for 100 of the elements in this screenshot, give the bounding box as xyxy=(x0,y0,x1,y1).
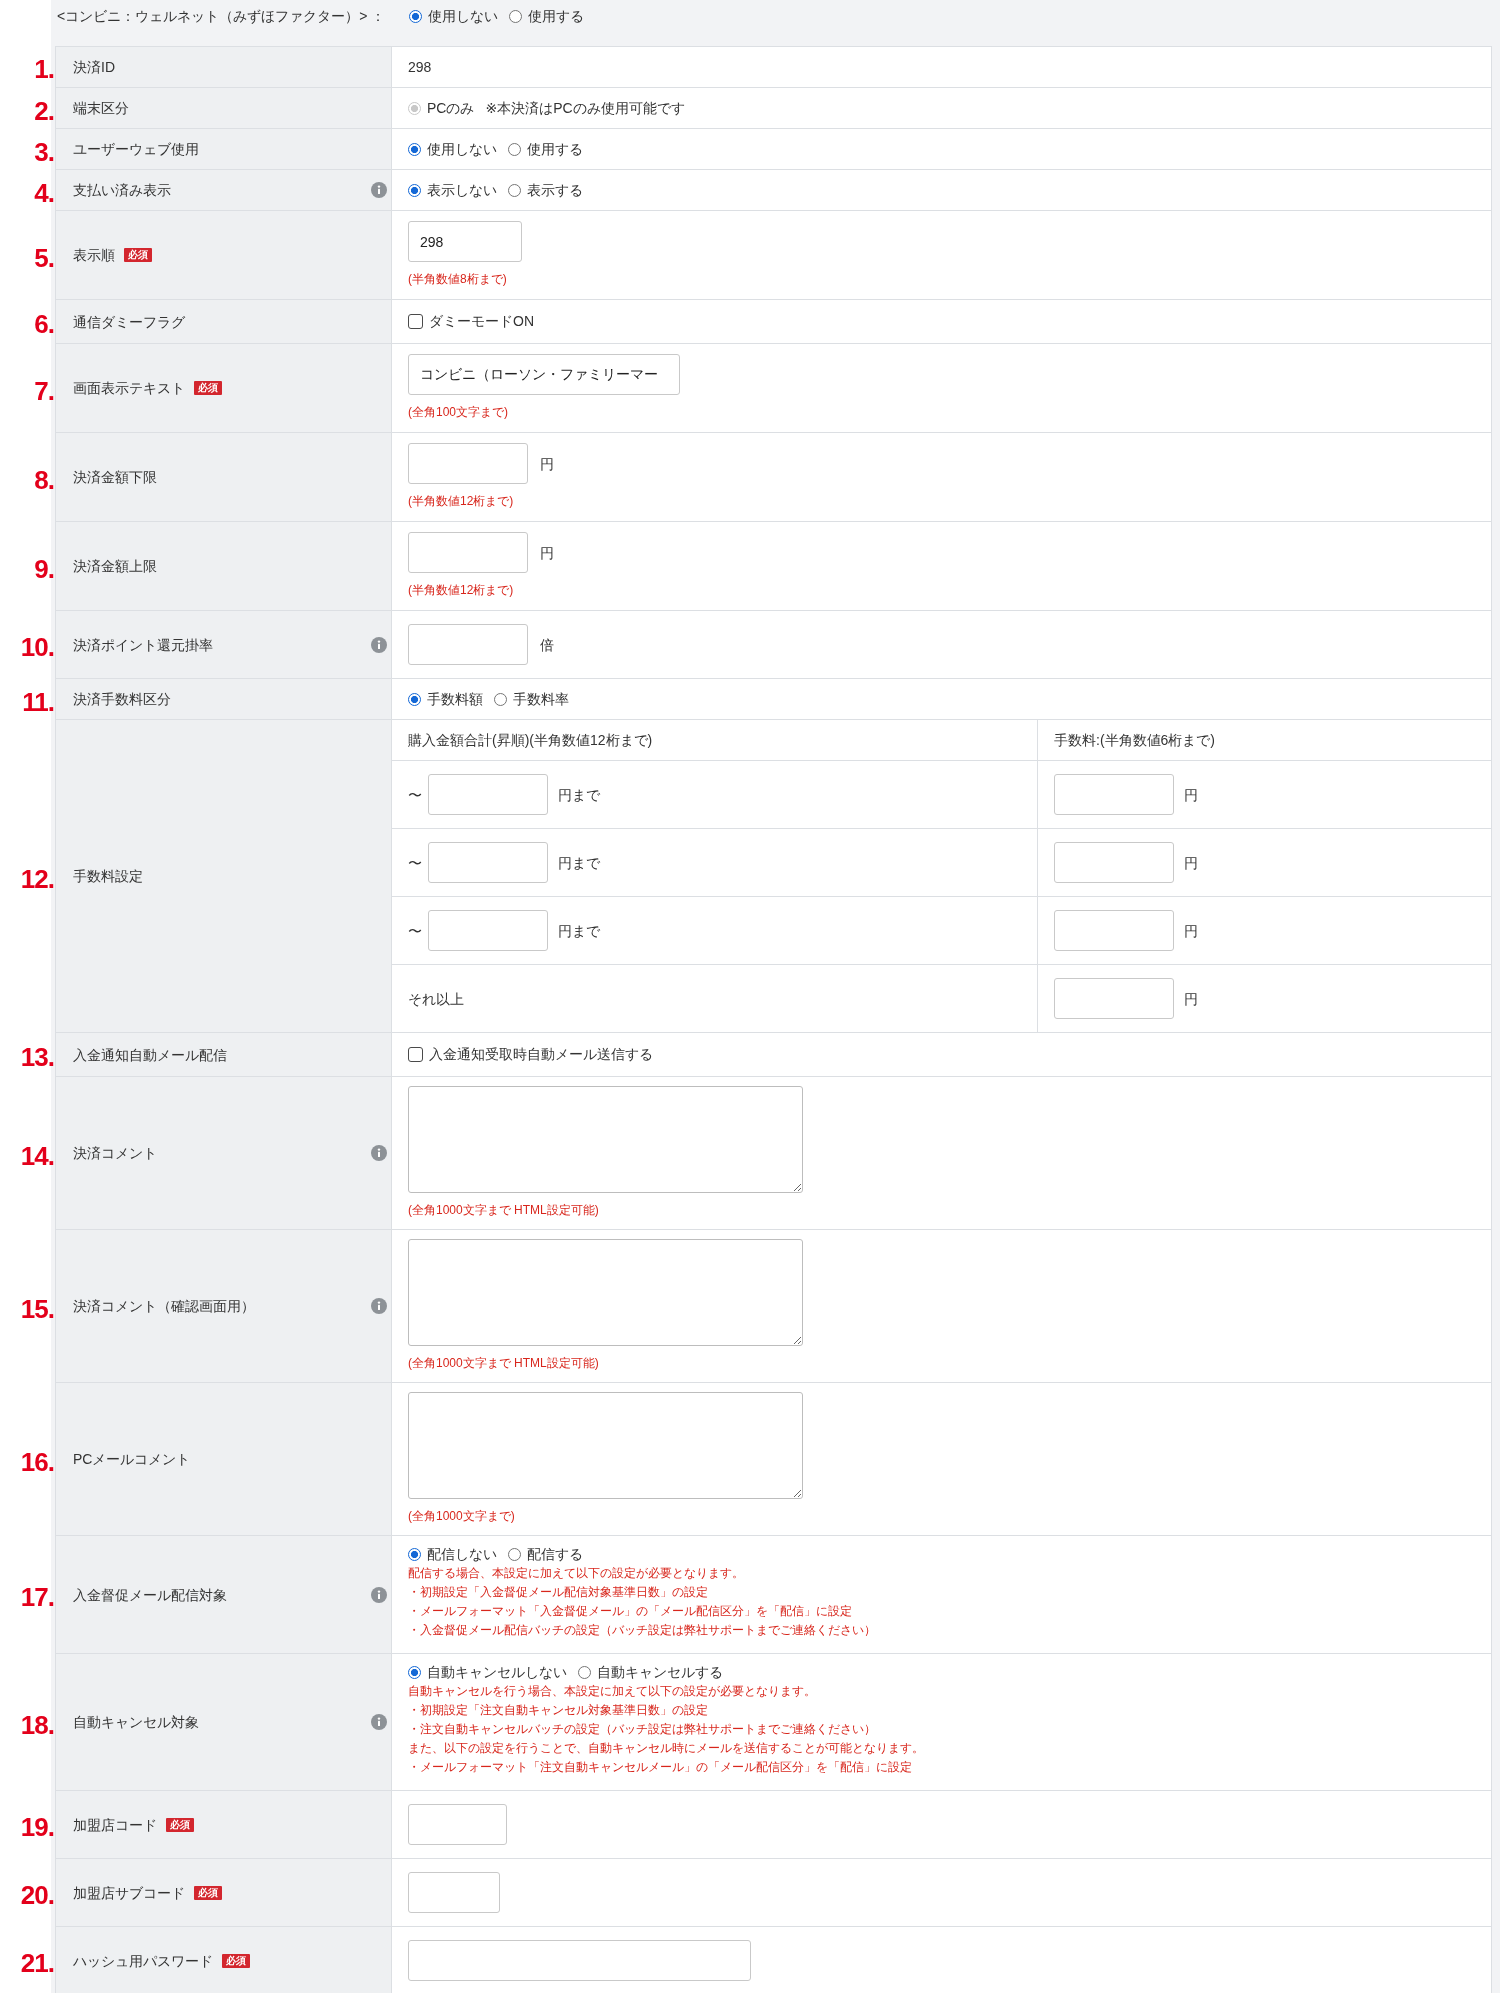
note-text: ・メールフォーマット「入金督促メール」の「メール配信区分」を「配信」に設定 xyxy=(408,1603,852,1620)
text-input[interactable]: 298 xyxy=(408,221,522,262)
text-input[interactable] xyxy=(408,443,528,484)
text-input[interactable]: コンビニ（ローソン・ファミリーマー xyxy=(408,354,680,395)
row-number: 14. xyxy=(20,1142,54,1169)
row-number: 4. xyxy=(34,179,54,206)
required-badge: 必須 xyxy=(166,1817,194,1832)
field-value: 298 xyxy=(408,58,432,77)
radio-label[interactable]: 表示しない xyxy=(427,180,497,200)
hint-text: (全角1000文字まで) xyxy=(408,1508,515,1525)
radio-button[interactable] xyxy=(508,1547,521,1561)
radio-button[interactable] xyxy=(508,142,521,156)
radio-button[interactable] xyxy=(408,183,421,197)
row-number: 7. xyxy=(34,377,54,404)
field-label: 決済ポイント還元掛率 xyxy=(73,635,213,655)
radio-button[interactable] xyxy=(578,1665,591,1679)
row-number: 5. xyxy=(34,244,54,271)
radio-button[interactable] xyxy=(508,183,521,197)
row-number: 16. xyxy=(20,1448,54,1475)
comment-textarea[interactable] xyxy=(408,1392,803,1499)
amount-input[interactable] xyxy=(428,842,548,883)
required-badge: 必須 xyxy=(194,381,222,395)
range-prefix: 〜 xyxy=(408,921,422,941)
radio-label[interactable]: 配信しない xyxy=(427,1544,497,1564)
row-number: 9. xyxy=(34,555,54,582)
radio-label[interactable]: 使用しない xyxy=(427,139,497,159)
field-label: 画面表示テキスト xyxy=(73,379,185,398)
field-label: 端末区分 xyxy=(73,99,129,118)
field-label: 自動キャンセル対象 xyxy=(73,1713,199,1732)
radio-label[interactable]: 使用する xyxy=(527,139,583,159)
radio-label[interactable]: 表示する xyxy=(527,180,583,200)
radio-label[interactable]: 使用する xyxy=(528,6,585,26)
section-title: <コンビニ：ウェルネット（みずほファクター）> ： xyxy=(57,7,386,26)
field-label: 表示順 xyxy=(73,246,115,265)
text-input[interactable] xyxy=(408,532,528,573)
row-number: 21. xyxy=(20,1950,54,1976)
note-text: ・初期設定「入金督促メール配信対象基準日数」の設定 xyxy=(408,1584,708,1601)
note-text: ・メールフォーマット「注文自動キャンセルメール」の「メール配信区分」を「配信」に設定 xyxy=(408,1759,912,1776)
note-text: ・初期設定「注文自動キャンセル対象基準日数」の設定 xyxy=(408,1702,708,1719)
radio-button[interactable] xyxy=(408,1547,421,1561)
field-label: 決済金額上限 xyxy=(73,557,157,576)
row-number: 17. xyxy=(20,1584,54,1610)
fee-input[interactable] xyxy=(1054,842,1174,883)
field-label: 決済金額下限 xyxy=(73,468,157,487)
radio-label[interactable]: 手数料率 xyxy=(513,689,569,709)
unit-label: 円 xyxy=(1184,853,1198,873)
tier-label: それ以上 xyxy=(408,989,464,1009)
info-icon xyxy=(371,1586,387,1603)
row-number: 18. xyxy=(20,1711,54,1738)
radio-label[interactable]: 手数料額 xyxy=(427,689,483,709)
fee-input[interactable] xyxy=(1054,910,1174,951)
row-number: 19. xyxy=(20,1814,54,1840)
text-input[interactable] xyxy=(408,1872,500,1913)
radio-button[interactable] xyxy=(408,692,421,706)
text-input[interactable] xyxy=(408,1940,751,1981)
checkbox[interactable] xyxy=(408,1046,423,1062)
info-icon xyxy=(371,1298,387,1314)
unit-label: 円 xyxy=(1184,785,1198,805)
amount-input[interactable] xyxy=(428,910,548,951)
text-input[interactable] xyxy=(408,624,528,665)
field-note: ※本決済はPCのみ使用可能です xyxy=(485,99,685,118)
radio-button[interactable] xyxy=(408,142,421,156)
amount-input[interactable] xyxy=(428,774,548,815)
radio-label[interactable]: 使用しない xyxy=(428,6,499,26)
range-prefix: 〜 xyxy=(408,853,422,873)
radio-button[interactable] xyxy=(494,692,507,706)
unit-label: 円まで xyxy=(558,785,600,805)
required-badge: 必須 xyxy=(124,248,152,262)
comment-textarea[interactable] xyxy=(408,1239,803,1346)
field-label: ハッシュ用パスワード xyxy=(73,1951,213,1971)
field-label: 決済コメント（確認画面用） xyxy=(73,1297,255,1316)
hint-text: (半角数値12桁まで) xyxy=(408,493,514,510)
checkbox-label[interactable]: 入金通知受取時自動メール送信する xyxy=(429,1044,653,1064)
note-text: 配信する場合、本設定に加えて以下の設定が必要となります。 xyxy=(408,1565,744,1582)
unit-label: 円 xyxy=(540,543,554,563)
radio-label[interactable]: 配信する xyxy=(527,1544,583,1564)
unit-label: 円 xyxy=(540,454,554,474)
fee-input[interactable] xyxy=(1054,774,1174,815)
column-header: 手数料:(半角数値6桁まで) xyxy=(1054,731,1215,750)
field-label: 決済コメント xyxy=(73,1144,157,1163)
row-number: 15. xyxy=(20,1295,54,1322)
field-label: 決済手数料区分 xyxy=(73,690,171,709)
row-number: 3. xyxy=(34,138,54,165)
note-text: また、以下の設定を行うことで、自動キャンセル時にメールを送信することが可能となります。 xyxy=(408,1740,924,1757)
hint-text: (全角1000文字まで HTML設定可能) xyxy=(408,1355,599,1372)
radio-button[interactable] xyxy=(408,1665,421,1679)
text-input[interactable] xyxy=(408,1804,507,1845)
unit-label: 円 xyxy=(1184,921,1198,941)
hint-text: (半角数値8桁まで) xyxy=(408,271,507,288)
checkbox-label[interactable]: ダミーモードON xyxy=(429,311,534,331)
row-number: 6. xyxy=(34,311,54,337)
checkbox[interactable] xyxy=(408,313,423,329)
field-label: 加盟店サブコード xyxy=(73,1883,185,1903)
radio-label[interactable]: 自動キャンセルしない xyxy=(427,1662,567,1682)
info-icon xyxy=(371,182,387,198)
field-label: PCメールコメント xyxy=(73,1450,191,1469)
radio-label[interactable]: 自動キャンセルする xyxy=(597,1662,723,1682)
fee-input[interactable] xyxy=(1054,978,1174,1019)
comment-textarea[interactable] xyxy=(408,1086,803,1193)
info-icon xyxy=(371,1145,387,1161)
